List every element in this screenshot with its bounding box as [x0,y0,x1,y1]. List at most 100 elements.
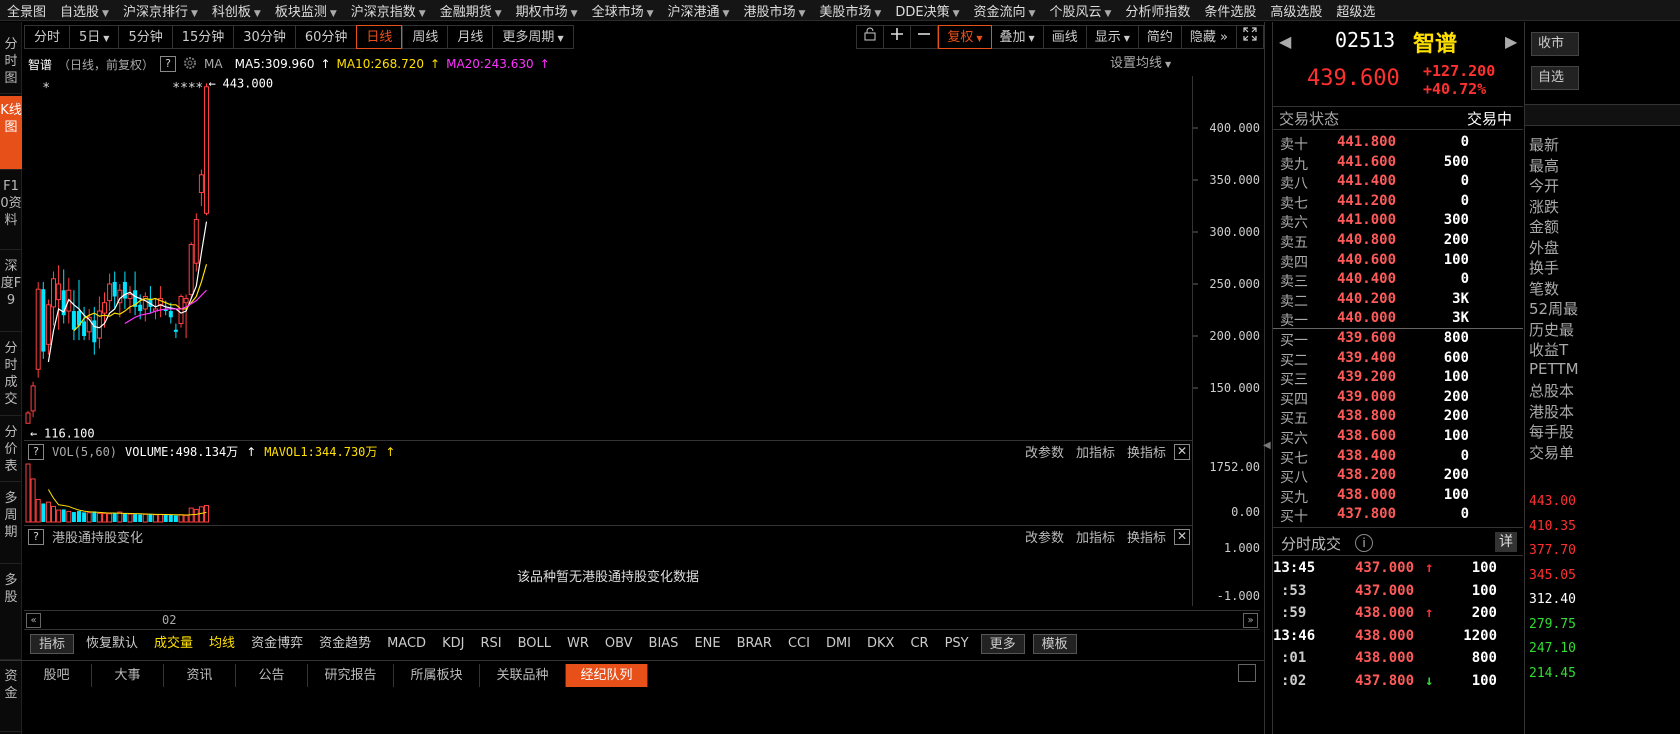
fullscreen-icon[interactable] [1237,25,1264,49]
indicator-tab[interactable]: PSY [937,634,977,654]
hk-help-icon[interactable]: ? [28,528,44,545]
indicator-tab[interactable]: OBV [597,634,641,654]
top-menu-item[interactable]: DDE决策 ▼ [888,1,966,20]
order-level-row[interactable]: 买一 439.600 800 [1273,330,1523,350]
order-level-row[interactable]: 买九 438.000 100 [1273,487,1523,507]
hk-close-icon[interactable]: ✕ [1174,528,1190,545]
order-level-row[interactable]: 买七 438.400 0 [1273,448,1523,468]
indicator-tab[interactable]: 模板 [1032,634,1077,654]
kline-chart[interactable]: 400.000 350.000 300.000 250.000 200.000 150.0… [24,76,1264,440]
chart-option-button[interactable]: 叠加 ▼ [991,25,1044,49]
period-button[interactable]: 分时 [24,25,70,49]
order-level-row[interactable]: 买六 438.600 100 [1273,428,1523,448]
chart-scrollbar[interactable]: « 02 » [24,610,1260,630]
order-level-row[interactable]: 卖九 441.600 500 [1273,154,1523,174]
vol-add-indicator-button[interactable]: 加指标 [1076,442,1115,461]
chart-option-button[interactable]: 简约 [1138,25,1182,49]
scroll-right-icon[interactable]: » [1243,613,1258,628]
hk-add-indicator-button[interactable]: 加指标 [1076,527,1115,546]
volume-chart[interactable]: 1752.00 0.00 [24,462,1264,524]
top-menu-item[interactable]: 沪深京排行 ▼ [116,1,205,20]
top-menu-item[interactable]: 自选股 ▼ [53,1,116,20]
top-menu-item[interactable]: 期权市场 ▼ [509,1,585,20]
vol-close-icon[interactable]: ✕ [1174,443,1190,460]
top-menu-item[interactable]: 条件选股 [1197,1,1263,20]
indicator-tab[interactable]: DMI [818,634,859,654]
indicator-tab[interactable]: 成交量 [146,634,201,654]
sidebar-item[interactable]: 深度F9 [0,252,22,332]
hk-change-params-button[interactable]: 改参数 [1025,527,1064,546]
ticks-detail-button[interactable]: 详 [1495,532,1517,552]
order-level-row[interactable]: 卖十 441.800 0 [1273,134,1523,154]
watchlist-tab[interactable]: 自选 [1531,66,1579,90]
order-level-row[interactable]: 卖四 440.600 100 [1273,252,1523,272]
indicator-tab[interactable]: BRAR [729,634,780,654]
top-menu-item[interactable]: 科创板 ▼ [205,1,268,20]
settings-gear-icon[interactable] [182,55,198,74]
top-menu-item[interactable]: 全球市场 ▼ [585,1,661,20]
indicator-tab[interactable]: BOLL [510,634,559,654]
event-marker[interactable]: * [42,81,50,96]
period-button[interactable]: 日线 [356,25,403,49]
bottom-tab[interactable]: 关联品种 [480,664,566,687]
order-level-row[interactable]: 卖八 441.400 0 [1273,173,1523,193]
sidebar-item[interactable]: 分时图 [0,30,22,94]
period-button[interactable]: 5日 ▼ [69,25,119,49]
zoom-in-icon[interactable] [884,25,912,49]
indicator-tab[interactable]: 资金趋势 [311,634,379,654]
period-button[interactable]: 5分钟 [118,25,172,49]
top-menu-item[interactable]: 沪深京指数 ▼ [344,1,433,20]
top-menu-item[interactable]: 全景图 [0,1,53,20]
bottom-tab[interactable]: 股吧 [22,664,92,687]
vol-change-params-button[interactable]: 改参数 [1025,442,1064,461]
zoom-out-icon[interactable] [911,25,939,49]
prev-stock-icon[interactable]: ◀ [1279,32,1291,51]
order-level-row[interactable]: 卖二 440.200 3K [1273,291,1523,311]
chart-option-button[interactable]: 显示 ▼ [1086,25,1139,49]
indicator-tab[interactable]: 恢复默认 [78,634,146,654]
top-menu-item[interactable]: 个股风云 ▼ [1042,1,1118,20]
vol-switch-indicator-button[interactable]: 换指标 [1127,442,1166,461]
order-level-row[interactable]: 买二 439.400 600 [1273,350,1523,370]
indicator-tab[interactable]: CR [902,634,936,654]
event-marker[interactable]: *** [172,81,195,96]
chart-option-button[interactable]: 复权 ▼ [938,25,992,49]
indicator-tab[interactable]: 均线 [201,634,243,654]
order-level-row[interactable]: 卖三 440.400 0 [1273,271,1523,291]
bottom-tab[interactable]: 大事 [92,664,164,687]
indicator-tab[interactable]: BIAS [641,634,687,654]
period-button[interactable]: 30分钟 [233,25,295,49]
scroll-left-icon[interactable]: « [26,613,41,628]
chart-option-button[interactable]: 隐藏 » [1181,25,1237,49]
period-button[interactable]: 更多周期 ▼ [492,25,574,49]
period-button[interactable]: 月线 [447,25,493,49]
indicator-tab[interactable]: ENE [686,634,728,654]
indicator-tab[interactable]: DKX [859,634,902,654]
order-level-row[interactable]: 买三 439.200 100 [1273,369,1523,389]
period-button[interactable]: 60分钟 [294,25,357,49]
indicator-tab[interactable]: KDJ [434,634,472,654]
order-level-row[interactable]: 卖六 441.000 300 [1273,212,1523,232]
sidebar-item[interactable]: 分时成交 [0,334,22,416]
top-menu-item[interactable]: 资金流向 ▼ [967,1,1043,20]
top-menu-item[interactable]: 美股市场 ▼ [812,1,888,20]
top-menu-item[interactable]: 超级选 [1329,1,1382,20]
top-menu-item[interactable]: 高级选股 [1263,1,1329,20]
indicator-tab[interactable]: WR [559,634,597,654]
period-button[interactable]: 15分钟 [171,25,234,49]
order-level-row[interactable]: 买八 438.200 200 [1273,467,1523,487]
bottom-tab[interactable]: 公告 [236,664,308,687]
top-menu-item[interactable]: 沪深港通 ▼ [661,1,737,20]
indicator-tab[interactable]: 更多 [980,634,1025,654]
sidebar-item[interactable]: 资金 [0,662,22,732]
lock-icon[interactable] [856,25,885,49]
period-button[interactable]: 周线 [402,25,448,49]
top-menu-item[interactable]: 板块监测 ▼ [268,1,344,20]
top-menu-item[interactable]: 港股市场 ▼ [736,1,812,20]
order-level-row[interactable]: 买五 438.800 200 [1273,408,1523,428]
sidebar-item[interactable]: 多周期 [0,484,22,564]
bottom-tab[interactable]: 经纪队列 [566,664,648,687]
order-level-row[interactable]: 买十 437.800 0 [1273,506,1523,526]
info-icon[interactable]: i [1355,534,1373,552]
close-market-tab[interactable]: 收市 [1531,32,1579,56]
